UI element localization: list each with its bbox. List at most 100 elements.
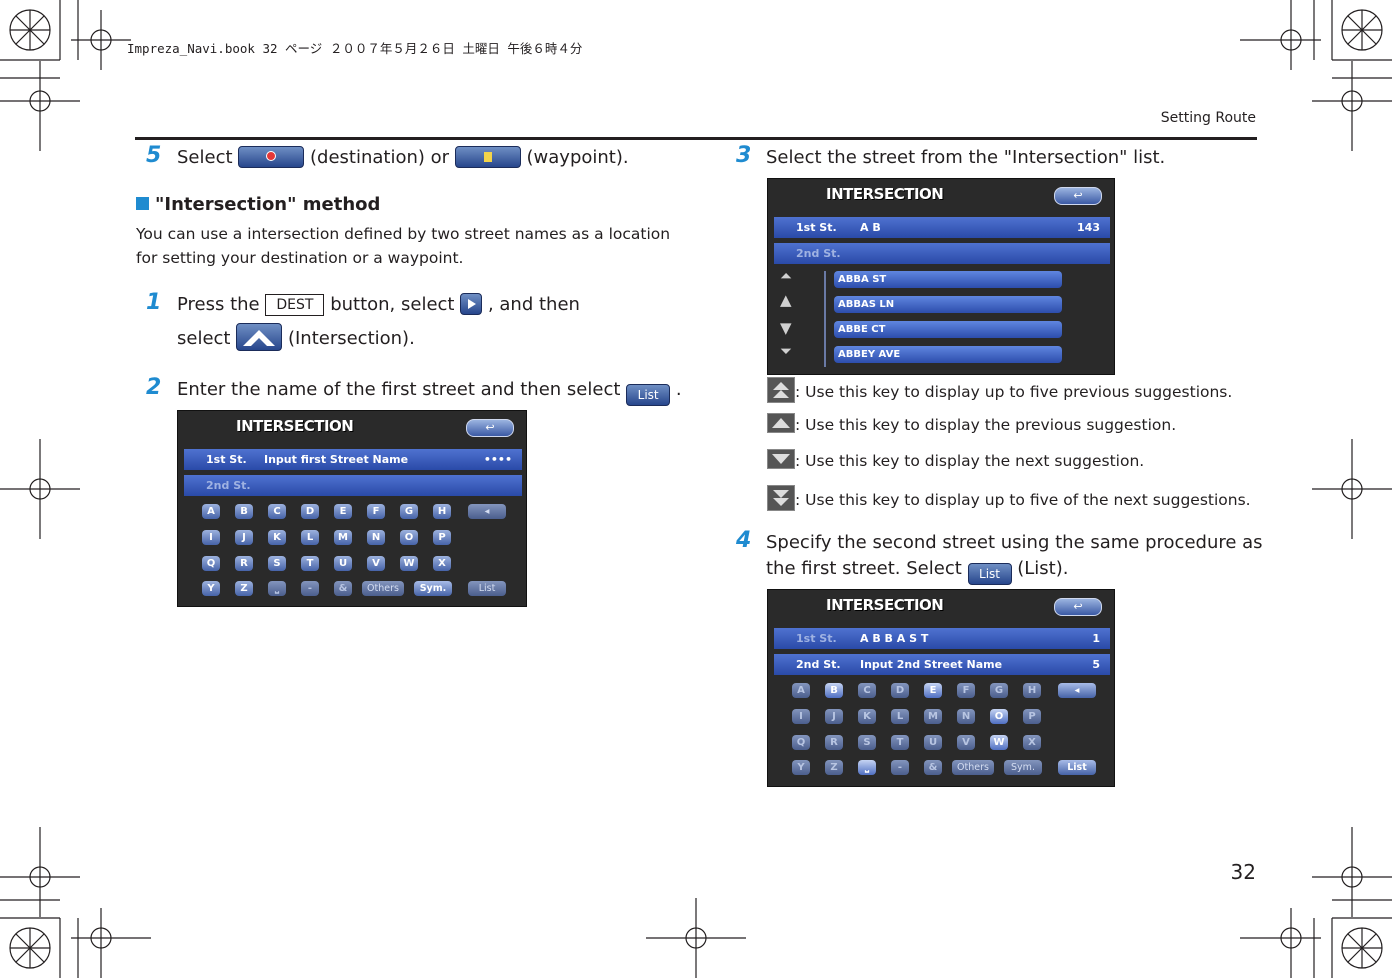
key[interactable]: N: [367, 530, 385, 545]
key[interactable]: R: [235, 556, 253, 571]
key[interactable]: H: [1023, 683, 1041, 698]
key[interactable]: Z: [825, 760, 843, 775]
list-item[interactable]: ABBA ST: [834, 271, 1062, 288]
space-key[interactable]: ⎵: [858, 760, 876, 775]
key[interactable]: &: [334, 581, 352, 596]
screen2-row-2nd[interactable]: 2nd St.: [774, 243, 1110, 264]
key[interactable]: L: [301, 530, 319, 545]
screen1-row-2nd[interactable]: 2nd St.: [184, 475, 522, 496]
sym-key[interactable]: Sym.: [414, 581, 452, 596]
key[interactable]: M: [334, 530, 352, 545]
key[interactable]: -: [891, 760, 909, 775]
page-down-icon[interactable]: ⏷: [780, 342, 792, 360]
note-text: : Use this key to display up to five pre…: [795, 383, 1233, 401]
screen1-back-button[interactable]: ↩: [466, 419, 514, 437]
key[interactable]: S: [858, 735, 876, 750]
key[interactable]: T: [891, 735, 909, 750]
screen2-row-1st[interactable]: 1st St. A B 143: [774, 217, 1110, 238]
step4-t2: the first street. Select: [766, 558, 962, 579]
step2-t2: .: [675, 379, 682, 400]
others-key[interactable]: Others: [362, 581, 404, 596]
key[interactable]: C: [268, 504, 286, 519]
note-arrow-up: : Use this key to display the previous s…: [767, 413, 1176, 436]
key[interactable]: F: [367, 504, 385, 519]
sym-key[interactable]: Sym.: [1004, 760, 1042, 775]
key[interactable]: X: [1023, 735, 1041, 750]
list-item[interactable]: ABBE CT: [834, 321, 1062, 338]
key[interactable]: D: [301, 504, 319, 519]
key[interactable]: O: [990, 709, 1008, 724]
delete-key[interactable]: ◂: [1058, 683, 1096, 698]
step1-number: 1: [146, 290, 162, 315]
key[interactable]: B: [235, 504, 253, 519]
screen1-row1-label: 1st St.: [206, 453, 247, 466]
key[interactable]: M: [924, 709, 942, 724]
screen1-row-1st[interactable]: 1st St. Input first Street Name ••••: [184, 449, 522, 470]
key[interactable]: Z: [235, 581, 253, 596]
key[interactable]: B: [825, 683, 843, 698]
key[interactable]: J: [235, 530, 253, 545]
key[interactable]: Q: [792, 735, 810, 750]
key[interactable]: S: [268, 556, 286, 571]
key[interactable]: G: [400, 504, 418, 519]
key[interactable]: T: [301, 556, 319, 571]
arrow-down-icon[interactable]: ▼: [780, 319, 792, 337]
note-arrow-down: : Use this key to display the next sugge…: [767, 449, 1144, 472]
note-text: : Use this key to display up to five of …: [795, 491, 1251, 509]
arrow-up-icon[interactable]: ▲: [780, 291, 792, 309]
key[interactable]: P: [433, 530, 451, 545]
key[interactable]: A: [202, 504, 220, 519]
key[interactable]: U: [334, 556, 352, 571]
key[interactable]: C: [858, 683, 876, 698]
key[interactable]: X: [433, 556, 451, 571]
note-text: : Use this key to display the next sugge…: [795, 452, 1145, 470]
key[interactable]: F: [957, 683, 975, 698]
key[interactable]: W: [400, 556, 418, 571]
key[interactable]: K: [268, 530, 286, 545]
screen2-back-button[interactable]: ↩: [1054, 187, 1102, 205]
dest-button-icon: DEST: [265, 294, 325, 316]
key[interactable]: V: [957, 735, 975, 750]
screen3-row-2nd[interactable]: 2nd St. Input 2nd Street Name 5: [774, 654, 1110, 675]
note-page-up: : Use this key to display up to five pre…: [767, 377, 1232, 403]
step5-t2: (destination) or: [310, 147, 450, 168]
key[interactable]: N: [957, 709, 975, 724]
list-button-icon: List: [967, 563, 1012, 585]
others-key[interactable]: Others: [952, 760, 994, 775]
space-key[interactable]: ⎵: [268, 581, 286, 596]
key[interactable]: H: [433, 504, 451, 519]
step4-line1: Specify the second street using the same…: [766, 532, 1263, 553]
key[interactable]: O: [400, 530, 418, 545]
key[interactable]: P: [1023, 709, 1041, 724]
key[interactable]: V: [367, 556, 385, 571]
screen3-row-1st[interactable]: 1st St. A B B A S T 1: [774, 628, 1110, 649]
key[interactable]: R: [825, 735, 843, 750]
screen3-row2-text: Input 2nd Street Name: [860, 658, 1003, 671]
key[interactable]: Q: [202, 556, 220, 571]
key[interactable]: K: [858, 709, 876, 724]
screen3-back-button[interactable]: ↩: [1054, 598, 1102, 616]
key[interactable]: I: [792, 709, 810, 724]
list-item[interactable]: ABBAS LN: [834, 296, 1062, 313]
key[interactable]: A: [792, 683, 810, 698]
key[interactable]: I: [202, 530, 220, 545]
key[interactable]: -: [301, 581, 319, 596]
page-up-icon[interactable]: ⏶: [780, 267, 792, 285]
key[interactable]: G: [990, 683, 1008, 698]
key[interactable]: J: [825, 709, 843, 724]
key[interactable]: L: [891, 709, 909, 724]
key[interactable]: E: [334, 504, 352, 519]
list-key[interactable]: List: [1058, 760, 1096, 775]
key[interactable]: Y: [202, 581, 220, 596]
key[interactable]: D: [891, 683, 909, 698]
key[interactable]: W: [990, 735, 1008, 750]
delete-key[interactable]: ◂: [468, 504, 506, 519]
key[interactable]: E: [924, 683, 942, 698]
key[interactable]: U: [924, 735, 942, 750]
key[interactable]: Y: [792, 760, 810, 775]
list-key[interactable]: List: [468, 581, 506, 596]
key[interactable]: &: [924, 760, 942, 775]
list-item[interactable]: ABBEY AVE: [834, 346, 1062, 363]
screen2-title: INTERSECTION: [826, 185, 944, 203]
step5-number: 5: [146, 143, 162, 168]
